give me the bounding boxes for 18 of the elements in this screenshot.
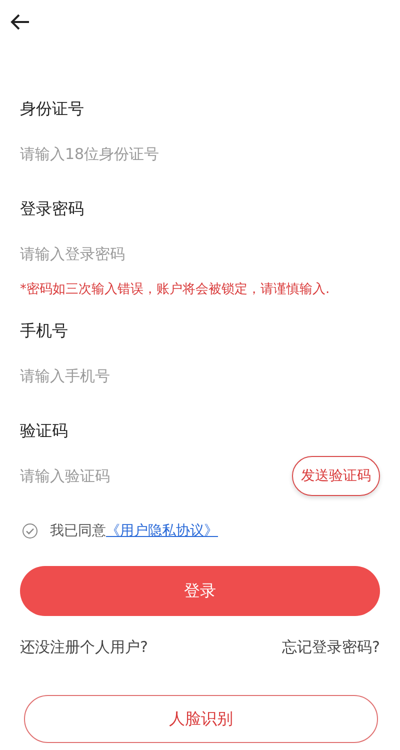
input-field[interactable]: 请输入手机号 [20, 367, 240, 385]
login-button[interactable]: 登录 [20, 566, 380, 616]
field-label: 手机号 [20, 320, 68, 342]
warning-text: *密码如三次输入错误，账户将会被锁定，请谨慎输入. [20, 281, 330, 299]
input-field[interactable]: 请输入验证码 [20, 467, 240, 485]
send-code-button[interactable]: 发送验证码 [292, 456, 380, 496]
field-label: 登录密码 [20, 198, 84, 220]
face-login-button[interactable]: 人脸识别 [24, 695, 378, 743]
field-label: 验证码 [20, 420, 68, 442]
checkbox-icon[interactable] [22, 523, 38, 539]
input-field[interactable]: 请输入登录密码 [20, 245, 240, 263]
agreement-text: 我已同意 [50, 522, 106, 540]
input-field[interactable]: 请输入18位身份证号 [20, 145, 240, 163]
forgot-password-link[interactable]: 忘记登录密码? [282, 638, 380, 657]
field-label: 身份证号 [20, 98, 84, 120]
privacy-policy-link[interactable]: 《用户隐私协议》 [106, 522, 218, 540]
back-arrow-icon[interactable] [10, 14, 30, 30]
register-link[interactable]: 还没注册个人用户? [20, 638, 148, 657]
